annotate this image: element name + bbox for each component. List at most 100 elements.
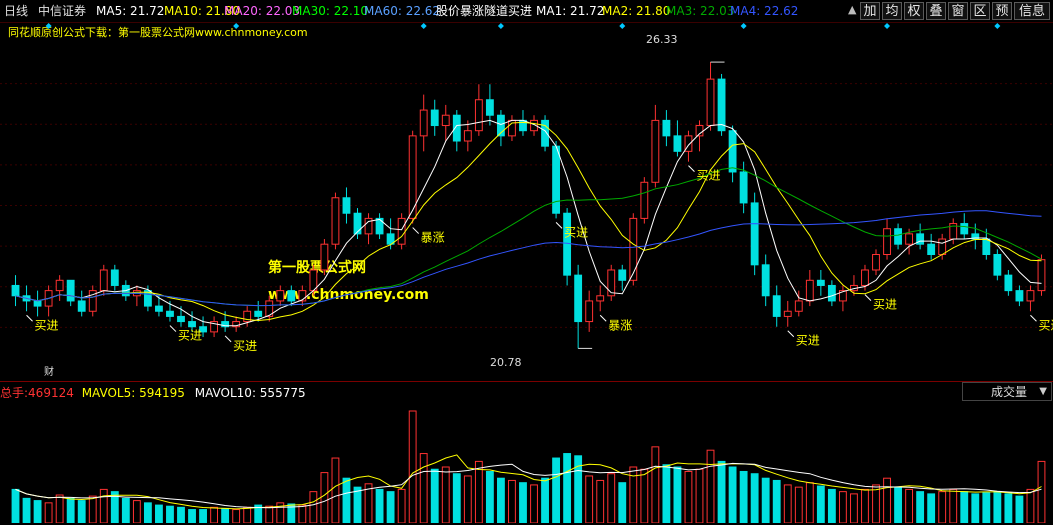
candle-body[interactable] bbox=[640, 181, 649, 219]
volume-bar[interactable] bbox=[883, 477, 891, 523]
candle-body[interactable] bbox=[772, 295, 781, 317]
volume-bar[interactable] bbox=[861, 488, 869, 523]
candle-body[interactable] bbox=[662, 119, 671, 137]
candle-body[interactable] bbox=[717, 78, 726, 132]
button-range[interactable]: 区 bbox=[970, 2, 990, 20]
candle-body[interactable] bbox=[485, 99, 494, 116]
volume-bar[interactable] bbox=[949, 488, 958, 523]
volume-bar[interactable] bbox=[541, 477, 549, 523]
candle-body[interactable] bbox=[563, 212, 572, 276]
candle-body[interactable] bbox=[463, 130, 472, 142]
candle-body[interactable] bbox=[739, 171, 748, 204]
volume-bar[interactable] bbox=[441, 466, 450, 523]
candle-body[interactable] bbox=[706, 78, 715, 127]
period-label[interactable]: 日线 bbox=[4, 3, 28, 19]
volume-bar[interactable] bbox=[121, 497, 130, 523]
volume-bar[interactable] bbox=[739, 470, 748, 523]
volume-bar[interactable] bbox=[982, 492, 991, 523]
volume-bar[interactable] bbox=[342, 477, 351, 523]
candle-body[interactable] bbox=[827, 284, 836, 302]
candle-body[interactable] bbox=[816, 279, 825, 286]
volume-bar[interactable] bbox=[188, 509, 196, 523]
candle-body[interactable] bbox=[99, 269, 108, 292]
volume-bar[interactable] bbox=[927, 493, 936, 523]
volume-bar[interactable] bbox=[408, 410, 417, 523]
volume-bar[interactable] bbox=[1004, 493, 1013, 523]
candle-body[interactable] bbox=[982, 238, 991, 256]
candle-body[interactable] bbox=[276, 290, 285, 302]
volume-bar[interactable] bbox=[419, 453, 428, 523]
volume-bar[interactable] bbox=[22, 497, 31, 523]
candle-body[interactable] bbox=[430, 109, 439, 127]
volume-bar[interactable] bbox=[916, 491, 925, 523]
candle-body[interactable] bbox=[607, 269, 616, 297]
candle-body[interactable] bbox=[618, 269, 627, 281]
volume-bar[interactable] bbox=[1015, 495, 1024, 523]
volume-bar[interactable] bbox=[232, 509, 241, 523]
volume-bar[interactable] bbox=[386, 491, 395, 523]
candle-body[interactable] bbox=[1015, 290, 1024, 302]
volume-bar[interactable] bbox=[728, 466, 737, 523]
volume-bar[interactable] bbox=[474, 460, 483, 523]
candle-body[interactable] bbox=[188, 321, 196, 328]
candle-body[interactable] bbox=[574, 274, 583, 323]
button-forecast[interactable]: 预 bbox=[992, 2, 1012, 20]
volume-bar[interactable] bbox=[88, 495, 97, 523]
candle-body[interactable] bbox=[331, 197, 340, 245]
candle-body[interactable] bbox=[66, 279, 75, 302]
candle-body[interactable] bbox=[375, 217, 384, 235]
volume-bar[interactable] bbox=[1026, 488, 1035, 523]
volume-bar[interactable] bbox=[265, 505, 274, 523]
volume-bar[interactable] bbox=[838, 491, 847, 523]
volume-bar[interactable] bbox=[44, 502, 53, 523]
volume-bar[interactable] bbox=[783, 484, 792, 523]
volume-bar[interactable] bbox=[607, 473, 616, 523]
volume-bar[interactable] bbox=[585, 475, 594, 523]
volume-bar[interactable] bbox=[309, 491, 318, 523]
volume-bar[interactable] bbox=[530, 484, 538, 523]
volume-bar[interactable] bbox=[199, 509, 207, 523]
candle-body[interactable] bbox=[441, 114, 450, 127]
candle-body[interactable] bbox=[342, 197, 351, 214]
volume-bar[interactable] bbox=[993, 491, 1002, 523]
volume-bar[interactable] bbox=[452, 473, 461, 523]
candle-body[interactable] bbox=[55, 279, 64, 292]
candle-body[interactable] bbox=[11, 284, 20, 297]
volume-bar[interactable] bbox=[375, 488, 384, 523]
button-add[interactable]: 加 bbox=[860, 2, 880, 20]
volume-bar[interactable] bbox=[320, 472, 329, 523]
candle-body[interactable] bbox=[419, 109, 428, 137]
volume-bar[interactable] bbox=[816, 485, 825, 523]
price-chart[interactable]: 同花顺原创公式下载：第一股票公式网www.chnmoney.com 第一股票公式… bbox=[0, 23, 1053, 381]
volume-bar[interactable] bbox=[11, 488, 20, 523]
candle-body[interactable] bbox=[750, 202, 759, 266]
candle-body[interactable] bbox=[673, 135, 682, 152]
candle-body[interactable] bbox=[177, 315, 185, 323]
volume-bar[interactable] bbox=[794, 486, 803, 523]
volume-bar[interactable] bbox=[99, 488, 108, 523]
indicator-select[interactable]: 成交量 ▼ bbox=[962, 382, 1052, 401]
candle-body[interactable] bbox=[783, 310, 792, 317]
volume-bar[interactable] bbox=[805, 482, 814, 523]
volume-bar[interactable] bbox=[761, 477, 770, 523]
volume-bar[interactable] bbox=[177, 506, 185, 523]
candle-body[interactable] bbox=[33, 300, 42, 307]
volume-bar[interactable] bbox=[872, 484, 880, 523]
volume-bar[interactable] bbox=[55, 494, 64, 523]
candle-body[interactable] bbox=[629, 217, 638, 281]
candle-body[interactable] bbox=[861, 269, 869, 286]
volume-bar[interactable] bbox=[210, 506, 219, 523]
candle-body[interactable] bbox=[927, 243, 936, 256]
volume-bar[interactable] bbox=[706, 449, 715, 523]
volume-bar[interactable] bbox=[397, 488, 406, 523]
candle-body[interactable] bbox=[1037, 259, 1046, 292]
candle-body[interactable] bbox=[728, 130, 737, 173]
candle-body[interactable] bbox=[1026, 290, 1035, 302]
volume-bar[interactable] bbox=[618, 482, 627, 523]
candle-body[interactable] bbox=[474, 99, 483, 132]
candle-body[interactable] bbox=[794, 300, 803, 312]
candle-body[interactable] bbox=[894, 228, 902, 245]
volume-chart[interactable] bbox=[0, 403, 1053, 523]
volume-bar[interactable] bbox=[463, 475, 472, 523]
button-overlay[interactable]: 叠 bbox=[926, 2, 946, 20]
